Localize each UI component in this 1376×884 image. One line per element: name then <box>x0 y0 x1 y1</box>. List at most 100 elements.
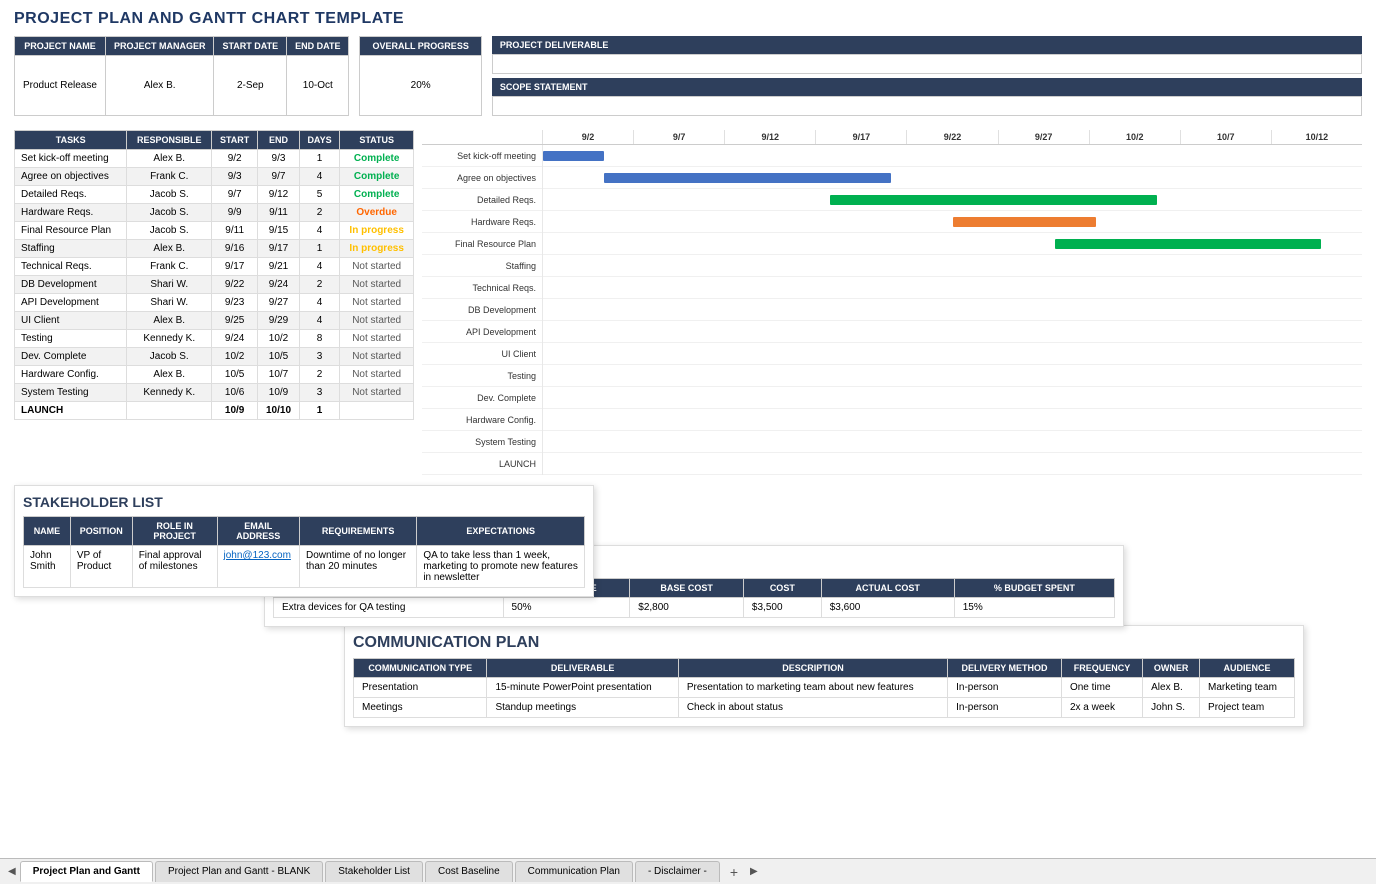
tasks-table: TASKSRESPONSIBLESTARTENDDAYSSTATUS Set k… <box>14 130 414 420</box>
task-cell-4-3: 9/15 <box>258 222 300 240</box>
stakeholder-sheet: STAKEHOLDER LIST NAMEPOSITIONROLE IN PRO… <box>14 485 594 597</box>
tab-project-plan-and-gantt---blank[interactable]: Project Plan and Gantt - BLANK <box>155 861 323 882</box>
table-row: Final Resource PlanJacob S.9/119/154In p… <box>15 222 414 240</box>
tab-communication-plan[interactable]: Communication Plan <box>515 861 633 882</box>
task-cell-0-4: 1 <box>299 150 340 168</box>
task-cell-3-4: 2 <box>299 204 340 222</box>
add-tab-button[interactable]: + <box>722 862 746 882</box>
gantt-date-label: 9/17 <box>815 130 906 144</box>
task-cell-5-1: Alex B. <box>127 240 212 258</box>
gantt-row: UI Client <box>422 343 1362 365</box>
table-row: LAUNCH10/910/101 <box>15 402 414 420</box>
page-title: PROJECT PLAN AND GANTT CHART TEMPLATE <box>14 10 1362 28</box>
comm-cell-4: 2x a week <box>1061 698 1142 718</box>
gantt-bar <box>830 195 1158 205</box>
tab-cost-baseline[interactable]: Cost Baseline <box>425 861 513 882</box>
task-cell-13-3: 10/9 <box>258 384 300 402</box>
gantt-row: Testing <box>422 365 1362 387</box>
tab---disclaimer--[interactable]: - Disclaimer - <box>635 861 720 882</box>
task-cell-10-3: 10/2 <box>258 330 300 348</box>
task-cell-8-5: Not started <box>340 294 414 312</box>
task-cell-11-5: Not started <box>340 348 414 366</box>
comm-cell-6: Project team <box>1200 698 1295 718</box>
task-cell-13-4: 3 <box>299 384 340 402</box>
gantt-date-label: 10/7 <box>1180 130 1271 144</box>
comm-cell-0: Presentation <box>354 678 487 698</box>
project-manager-value: Alex B. <box>105 56 214 116</box>
gantt-row: Technical Reqs. <box>422 277 1362 299</box>
task-cell-6-4: 4 <box>299 258 340 276</box>
gantt-row-label: System Testing <box>422 437 542 447</box>
task-cell-10-0: Testing <box>15 330 127 348</box>
task-cell-14-2: 10/9 <box>212 402 258 420</box>
gantt-row-label: Final Resource Plan <box>422 239 542 249</box>
task-cell-13-5: Not started <box>340 384 414 402</box>
task-cell-12-5: Not started <box>340 366 414 384</box>
gantt-row-bars <box>542 167 1362 189</box>
project-name-value: Product Release <box>15 56 106 116</box>
cost-col: ACTUAL COST <box>821 579 954 598</box>
task-cell-10-4: 8 <box>299 330 340 348</box>
comm-col: AUDIENCE <box>1200 659 1295 678</box>
tasks-section: TASKSRESPONSIBLESTARTENDDAYSSTATUS Set k… <box>14 130 414 475</box>
cost-cell-1: 50% <box>503 598 630 618</box>
gantt-row-label: Technical Reqs. <box>422 283 542 293</box>
task-cell-11-3: 10/5 <box>258 348 300 366</box>
stakeholder-col: NAME <box>24 517 71 546</box>
task-cell-14-1 <box>127 402 212 420</box>
comm-cell-1: 15-minute PowerPoint presentation <box>487 678 678 698</box>
gantt-row: DB Development <box>422 299 1362 321</box>
gantt-row-label: Testing <box>422 371 542 381</box>
gantt-row: Hardware Reqs. <box>422 211 1362 233</box>
table-row: StaffingAlex B.9/169/171In progress <box>15 240 414 258</box>
gantt-row: API Development <box>422 321 1362 343</box>
task-cell-1-4: 4 <box>299 168 340 186</box>
task-cell-12-3: 10/7 <box>258 366 300 384</box>
table-row: Presentation15-minute PowerPoint present… <box>354 678 1295 698</box>
gantt-row-label: UI Client <box>422 349 542 359</box>
comm-cell-6: Marketing team <box>1200 678 1295 698</box>
task-cell-2-3: 9/12 <box>258 186 300 204</box>
stakeholder-cell-1: VP of Product <box>70 546 132 588</box>
end-date-value: 10-Oct <box>287 56 349 116</box>
task-cell-3-5: Overdue <box>340 204 414 222</box>
scroll-right-icon[interactable]: ▶ <box>746 864 762 879</box>
gantt-row-bars <box>542 453 1362 475</box>
cost-col: BASE COST <box>630 579 744 598</box>
col-end-date: END DATE <box>287 37 349 56</box>
gantt-bar <box>543 151 604 161</box>
comm-sheet: COMMUNICATION PLAN COMMUNICATION TYPEDEL… <box>344 625 1304 727</box>
stakeholder-col: REQUIREMENTS <box>300 517 417 546</box>
deliverable-section: PROJECT DELIVERABLE SCOPE STATEMENT <box>492 36 1362 116</box>
tasks-col-end: END <box>258 131 300 150</box>
tab-bar: ◀ Project Plan and GanttProject Plan and… <box>0 858 1376 884</box>
stakeholder-col: EXPECTATIONS <box>417 517 585 546</box>
scroll-left-icon[interactable]: ◀ <box>4 864 20 879</box>
table-row: Set kick-off meetingAlex B.9/29/31Comple… <box>15 150 414 168</box>
gantt-row: Dev. Complete <box>422 387 1362 409</box>
task-cell-0-2: 9/2 <box>212 150 258 168</box>
task-cell-3-0: Hardware Reqs. <box>15 204 127 222</box>
task-cell-4-4: 4 <box>299 222 340 240</box>
task-cell-10-1: Kennedy K. <box>127 330 212 348</box>
gantt-row: LAUNCH <box>422 453 1362 475</box>
gantt-row-label: Staffing <box>422 261 542 271</box>
task-cell-14-4: 1 <box>299 402 340 420</box>
stakeholder-col: ROLE IN PROJECT <box>132 517 217 546</box>
bottom-sheets: STAKEHOLDER LIST NAMEPOSITIONROLE IN PRO… <box>14 485 1362 785</box>
task-cell-9-1: Alex B. <box>127 312 212 330</box>
tab-stakeholder-list[interactable]: Stakeholder List <box>325 861 423 882</box>
task-cell-3-1: Jacob S. <box>127 204 212 222</box>
gantt-row-label: LAUNCH <box>422 459 542 469</box>
tab-project-plan-and-gantt[interactable]: Project Plan and Gantt <box>20 861 153 882</box>
gantt-container: 9/29/79/129/179/229/2710/210/710/12 Set … <box>422 130 1362 475</box>
scope-header: SCOPE STATEMENT <box>492 78 1362 96</box>
gantt-row-label: Dev. Complete <box>422 393 542 403</box>
task-cell-12-4: 2 <box>299 366 340 384</box>
gantt-row-bars <box>542 409 1362 431</box>
gantt-bar <box>953 217 1096 227</box>
main-grid: TASKSRESPONSIBLESTARTENDDAYSSTATUS Set k… <box>14 130 1362 475</box>
email-link[interactable]: john@123.com <box>224 550 291 561</box>
col-start-date: START DATE <box>214 37 287 56</box>
table-row: MeetingsStandup meetingsCheck in about s… <box>354 698 1295 718</box>
